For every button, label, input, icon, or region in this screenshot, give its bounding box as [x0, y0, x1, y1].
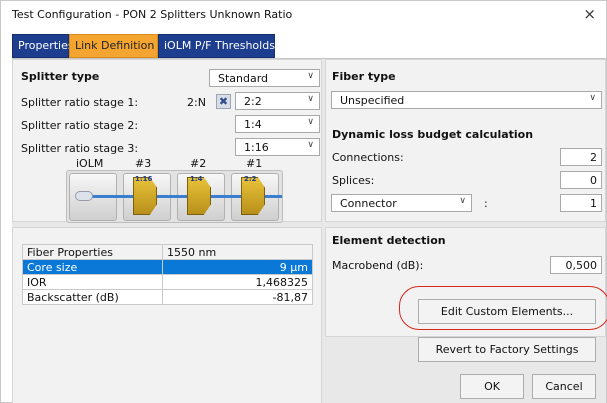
table-row[interactable]: Core size 9 µm	[22, 259, 313, 275]
chevron-down-icon: ∨	[307, 94, 314, 104]
stage1-select[interactable]: 2:2 ∨	[235, 92, 320, 110]
element-type-value: Connector	[340, 197, 397, 210]
chevron-down-icon: ∨	[589, 93, 596, 103]
stage2-select[interactable]: 1:4 ∨	[235, 115, 320, 133]
diagram-label-1: #1	[246, 157, 263, 170]
diagram-label-iolm: iOLM	[76, 157, 104, 170]
tab-content: Splitter type Standard ∨ Splitter ratio …	[12, 58, 606, 403]
tab-iolm-pf-thresholds[interactable]: iOLM P/F Thresholds	[158, 34, 275, 58]
stage2-label: Splitter ratio stage 2:	[21, 119, 139, 132]
splitter-label-1: 2:2	[244, 175, 257, 183]
dialog-window: Test Configuration - PON 2 Splitters Unk…	[0, 0, 607, 403]
stage3-value: 1:16	[244, 141, 269, 154]
edit-custom-elements-button[interactable]: Edit Custom Elements...	[418, 299, 596, 324]
property-name: IOR	[22, 274, 163, 290]
element-detection-header: Element detection	[332, 234, 446, 247]
fiber-type-value: Unspecified	[340, 94, 405, 107]
ok-button[interactable]: OK	[460, 374, 524, 399]
revert-factory-settings-button[interactable]: Revert to Factory Settings	[418, 337, 596, 362]
connections-label: Connections:	[332, 151, 404, 164]
element-colon: :	[484, 197, 488, 210]
diagram-label-2: #2	[190, 157, 207, 170]
loss-budget-header: Dynamic loss budget calculation	[332, 128, 534, 141]
fiber-type-panel: Fiber type Unspecified ∨ Dynamic loss bu…	[325, 59, 606, 222]
iolm-connector-icon	[75, 191, 93, 201]
element-type-select[interactable]: Connector ∨	[331, 194, 472, 212]
splitter-type-value: Standard	[218, 72, 269, 85]
splices-label: Splices:	[332, 174, 375, 187]
table-header-row: Fiber Properties 1550 nm	[22, 244, 313, 260]
chevron-down-icon: ∨	[307, 117, 314, 127]
chevron-down-icon: ∨	[307, 140, 314, 150]
fiber-type-header: Fiber type	[332, 70, 396, 83]
splitter-type-select[interactable]: Standard ∨	[209, 69, 320, 87]
table-row[interactable]: Backscatter (dB) -81,87	[22, 289, 313, 305]
close-x-icon[interactable]: ✖	[216, 94, 231, 109]
splitter-label-2: 1:4	[190, 175, 203, 183]
property-value[interactable]: -81,87	[162, 289, 313, 305]
stage1-label: Splitter ratio stage 1:	[21, 96, 139, 109]
cancel-button[interactable]: Cancel	[532, 374, 596, 399]
macrobend-input[interactable]: 0,500	[550, 256, 602, 274]
close-icon[interactable]: ×	[583, 5, 596, 23]
stage2-value: 1:4	[244, 118, 262, 131]
splitter-diagram: 1:16 1:4 2:2	[66, 170, 283, 223]
tab-properties[interactable]: Properties	[12, 34, 74, 58]
splitter-type-header: Splitter type	[21, 70, 100, 83]
property-name: Core size	[22, 259, 163, 275]
fiber-type-select[interactable]: Unspecified ∨	[331, 91, 602, 109]
splices-input[interactable]: 0	[560, 171, 602, 189]
window-title: Test Configuration - PON 2 Splitters Unk…	[12, 8, 293, 21]
diagram-label-3: #3	[135, 157, 152, 170]
element-count-input[interactable]: 1	[560, 194, 602, 212]
table-row[interactable]: IOR 1,468325	[22, 274, 313, 290]
connections-input[interactable]: 2	[560, 148, 602, 166]
property-value[interactable]: 1,468325	[162, 274, 313, 290]
chevron-down-icon: ∨	[307, 71, 314, 81]
stage3-select[interactable]: 1:16 ∨	[235, 138, 320, 156]
property-value[interactable]: 9 µm	[162, 259, 313, 275]
stage3-label: Splitter ratio stage 3:	[21, 142, 139, 155]
stage1-value: 2:2	[244, 95, 262, 108]
fiber-properties-table: Fiber Properties 1550 nm Core size 9 µm …	[22, 244, 313, 305]
splitter-panel: Splitter type Standard ∨ Splitter ratio …	[12, 59, 322, 223]
title-bar: Test Configuration - PON 2 Splitters Unk…	[1, 1, 606, 28]
column-header: 1550 nm	[162, 244, 313, 260]
stage1-prefix: 2:N	[187, 96, 206, 109]
splitter-label-3: 1:16	[135, 175, 153, 183]
property-name: Backscatter (dB)	[22, 289, 163, 305]
chevron-down-icon: ∨	[459, 196, 466, 206]
macrobend-label: Macrobend (dB):	[332, 259, 424, 272]
tab-link-definition[interactable]: Link Definition	[69, 34, 158, 58]
column-header: Fiber Properties	[22, 244, 163, 260]
